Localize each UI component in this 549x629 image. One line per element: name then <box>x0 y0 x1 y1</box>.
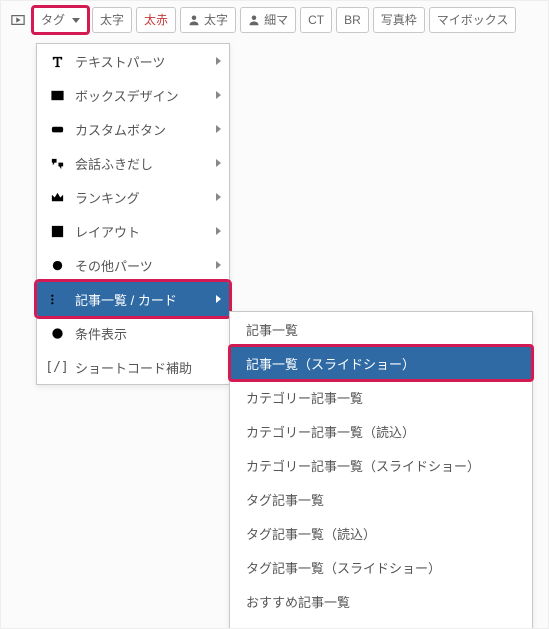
user-thin-label: 細マ <box>264 14 288 26</box>
submenu-item[interactable]: おすすめ記事一覧 <box>230 584 532 618</box>
bold-red-button[interactable]: 太赤 <box>136 7 176 33</box>
submenu-item[interactable]: 記事一覧 <box>230 312 532 346</box>
submenu-item[interactable]: カテゴリー記事一覧（スライドショー） <box>230 448 532 482</box>
menu-item[interactable]: レイアウト <box>37 214 229 248</box>
user-bold-button[interactable]: 太字 <box>180 7 236 33</box>
menu-item-label: カスタムボタン <box>75 120 166 139</box>
chevron-right-icon <box>216 261 221 269</box>
button-icon <box>49 121 65 137</box>
submenu-item-label: 記事一覧（スライドショー） <box>246 354 415 373</box>
menu-item-label: 記事一覧 / カード <box>75 290 177 309</box>
menu-item-label: ショートコード補助 <box>75 358 192 377</box>
menu-item-label: ボックスデザイン <box>75 86 179 105</box>
speech-icon <box>49 155 65 171</box>
ct-button[interactable]: CT <box>300 7 332 33</box>
menu-item[interactable]: その他パーツ <box>37 248 229 282</box>
menu-item[interactable]: テキストパーツ <box>37 44 229 78</box>
menu-item[interactable]: 記事一覧 / カード <box>37 282 229 316</box>
chevron-right-icon <box>216 91 221 99</box>
menu-item-label: テキストパーツ <box>75 52 165 71</box>
menu-item[interactable]: [/] ショートコード補助 <box>37 350 229 384</box>
submenu-item[interactable]: カテゴリー記事一覧（読込） <box>230 414 532 448</box>
submenu-item-label: カテゴリー記事一覧（読込） <box>246 422 415 441</box>
chevron-down-icon <box>72 18 80 23</box>
target-icon <box>49 325 65 341</box>
list-icon <box>49 291 65 307</box>
menu-item[interactable]: ランキング <box>37 180 229 214</box>
submenu-item-label: ブログカード <box>246 626 324 629</box>
menu-item[interactable]: カスタムボタン <box>37 112 229 146</box>
photo-frame-button[interactable]: 写真枠 <box>373 7 425 33</box>
menu-item[interactable]: 条件表示 <box>37 316 229 350</box>
text-icon <box>49 53 65 69</box>
article-list-submenu: 記事一覧記事一覧（スライドショー） カテゴリー記事一覧カテゴリー記事一覧（読込） カ… <box>229 311 533 629</box>
tag-dropdown-button[interactable]: タグ <box>33 7 88 33</box>
submenu-item-label: カテゴリー記事一覧 <box>246 388 363 407</box>
submenu-item[interactable]: タグ記事一覧（読込） <box>230 516 532 550</box>
menu-item-label: 条件表示 <box>75 324 127 343</box>
submenu-item[interactable]: カテゴリー記事一覧 <box>230 380 532 414</box>
app-stage: タグ 太字 太赤 太字 細マ CT BR 写真枠 マイボックス テキストパーツボ… <box>0 0 549 629</box>
user-bold-label: 太字 <box>204 14 228 26</box>
user-thin-button[interactable]: 細マ <box>240 7 296 33</box>
chevron-right-icon <box>216 159 221 167</box>
insert-media-icon[interactable] <box>7 7 29 33</box>
submenu-item[interactable]: 記事一覧（スライドショー） <box>230 346 532 380</box>
box-design-icon <box>49 87 65 103</box>
chevron-right-icon <box>216 295 221 303</box>
submenu-item-label: タグ記事一覧（読込） <box>246 524 376 543</box>
chevron-right-icon <box>216 57 221 65</box>
editor-toolbar: タグ 太字 太赤 太字 細マ CT BR 写真枠 マイボックス <box>1 1 548 39</box>
menu-item-label: レイアウト <box>75 222 140 241</box>
br-button[interactable]: BR <box>336 7 369 33</box>
submenu-item-label: おすすめ記事一覧 <box>246 592 350 611</box>
layout-icon <box>49 223 65 239</box>
menu-item[interactable]: ボックスデザイン <box>37 78 229 112</box>
menu-item-label: 会話ふきだし <box>75 154 153 173</box>
submenu-item[interactable]: タグ記事一覧（スライドショー） <box>230 550 532 584</box>
menu-item-label: その他パーツ <box>75 256 153 275</box>
chevron-right-icon <box>216 125 221 133</box>
bold-black-button[interactable]: 太字 <box>92 7 132 33</box>
submenu-item-label: 記事一覧 <box>246 320 298 339</box>
submenu-item[interactable]: タグ記事一覧 <box>230 482 532 516</box>
submenu-item-label: タグ記事一覧 <box>246 490 324 509</box>
menu-item-label: ランキング <box>75 188 140 207</box>
shortcode-icon: [/] <box>49 359 65 375</box>
submenu-item[interactable]: ブログカード <box>230 618 532 629</box>
tag-dropdown-label: タグ <box>41 14 65 26</box>
chevron-right-icon <box>216 227 221 235</box>
tag-dropdown-menu: テキストパーツボックスデザインカスタムボタン会話ふきだしランキングレイアウトその… <box>36 43 230 385</box>
submenu-item-label: カテゴリー記事一覧（スライドショー） <box>246 456 480 475</box>
submenu-item-label: タグ記事一覧（スライドショー） <box>246 558 441 577</box>
mybox-button[interactable]: マイボックス <box>429 7 517 33</box>
menu-item[interactable]: 会話ふきだし <box>37 146 229 180</box>
other-parts-icon <box>49 257 65 273</box>
ranking-icon <box>49 189 65 205</box>
chevron-right-icon <box>216 193 221 201</box>
